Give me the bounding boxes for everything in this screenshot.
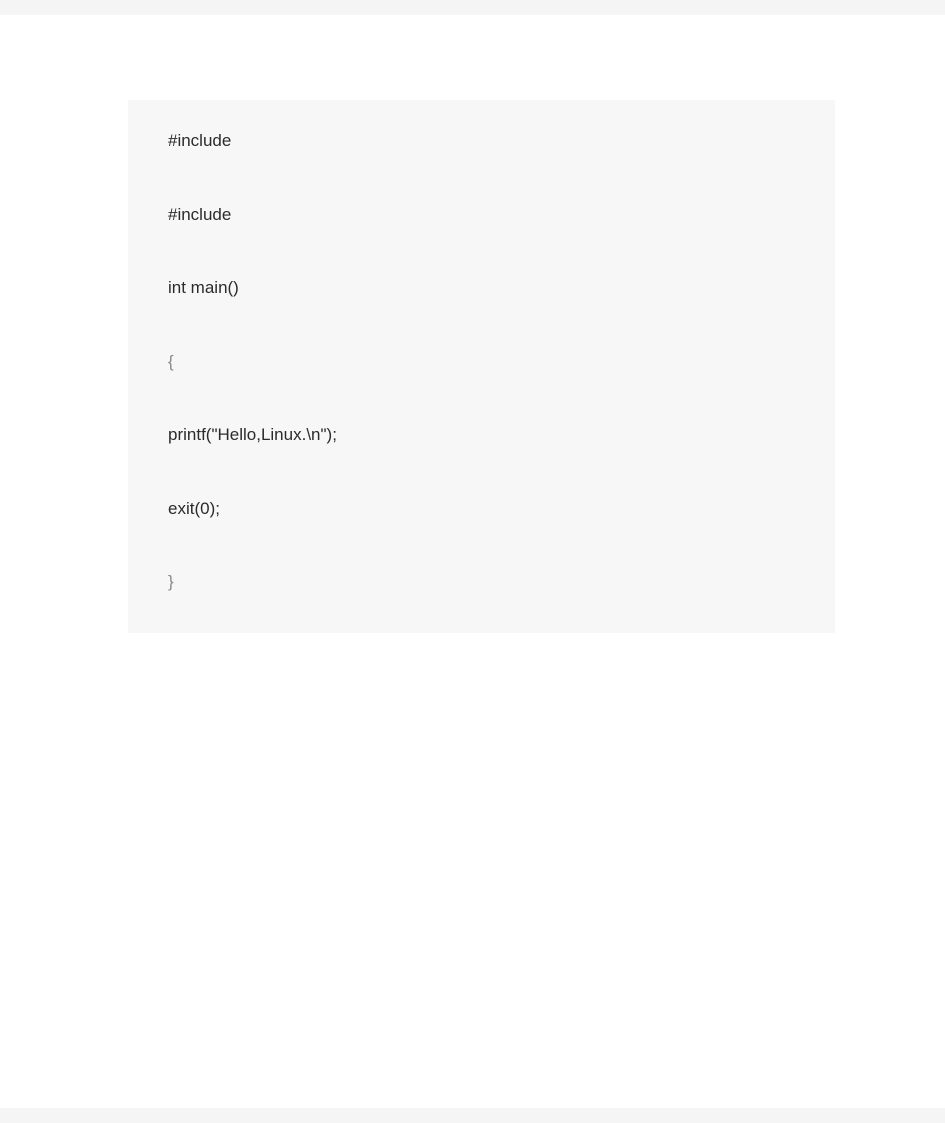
code-line-brace-close: } bbox=[168, 569, 795, 595]
code-line: int main() bbox=[168, 275, 795, 301]
code-line: #include bbox=[168, 128, 795, 154]
code-line-brace-open: { bbox=[168, 349, 795, 375]
code-line: #include bbox=[168, 202, 795, 228]
code-block: #include #include int main() { printf("H… bbox=[128, 100, 835, 633]
code-line: exit(0); bbox=[168, 496, 795, 522]
code-line: printf("Hello,Linux.\n"); bbox=[168, 422, 795, 448]
document-page: #include #include int main() { printf("H… bbox=[0, 15, 945, 1108]
